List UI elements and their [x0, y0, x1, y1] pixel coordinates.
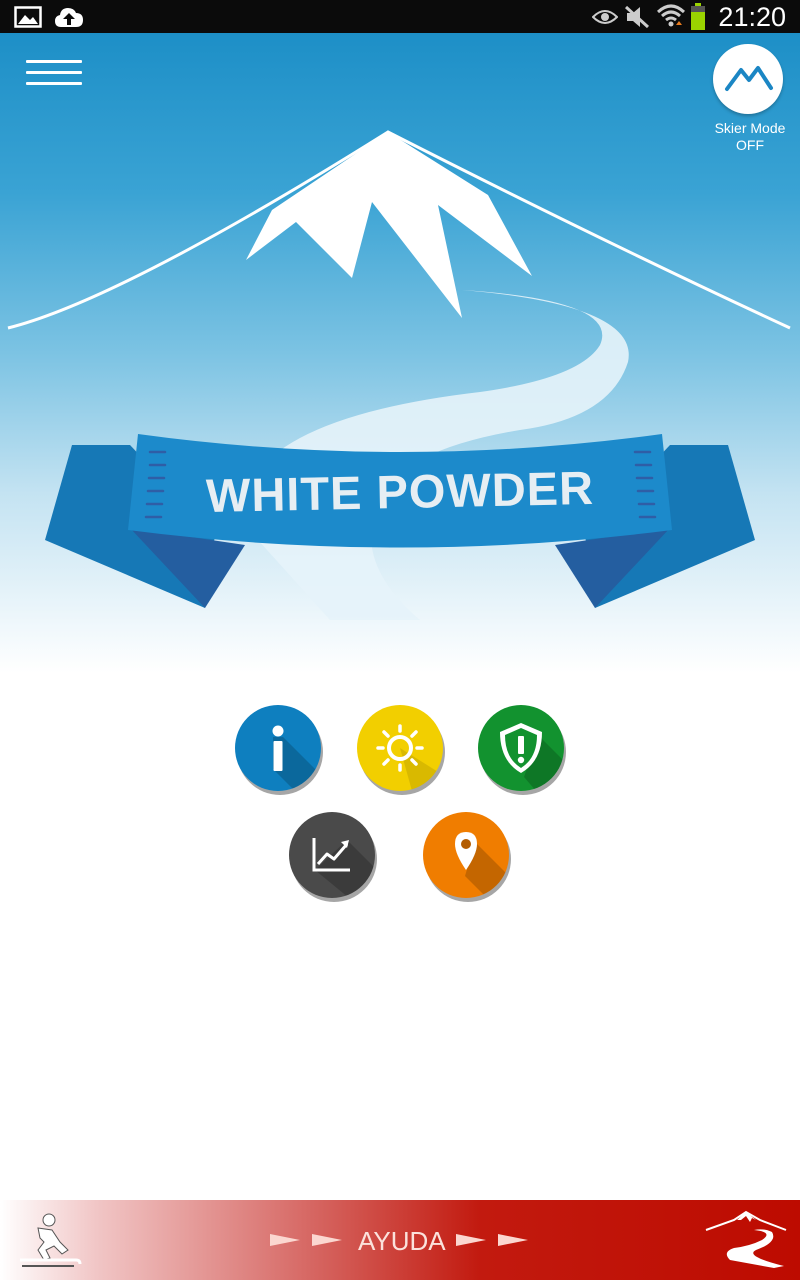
location-pin-icon — [455, 832, 509, 898]
status-bar: 21:20 — [0, 0, 800, 33]
eye-icon — [592, 10, 618, 24]
mute-icon — [624, 5, 650, 29]
shield-alert-icon — [500, 723, 564, 791]
weather-button[interactable] — [357, 705, 443, 791]
skier-mode-toggle[interactable]: Skier Mode OFF — [704, 42, 796, 157]
help-button[interactable]: AYUDA — [266, 1220, 536, 1260]
skier-icon[interactable] — [16, 1212, 84, 1270]
location-button[interactable] — [423, 812, 509, 898]
app-title: WHITE POWDER — [205, 460, 595, 523]
safety-button[interactable] — [478, 705, 564, 791]
mountain-logo-icon[interactable] — [704, 1208, 788, 1274]
mountain-icon — [725, 66, 773, 91]
battery-icon — [691, 3, 705, 30]
wifi-icon — [656, 4, 686, 27]
arrow-right-icon — [270, 1234, 342, 1246]
mountain-illustration — [7, 130, 791, 620]
info-button[interactable] — [235, 705, 321, 791]
cloud-upload-icon — [55, 8, 83, 27]
sun-icon — [376, 724, 443, 791]
statistics-button[interactable] — [289, 812, 375, 898]
skier-mode-label: Skier Mode — [714, 120, 786, 136]
arrow-right-icon — [456, 1234, 528, 1246]
hamburger-menu-icon[interactable] — [26, 58, 84, 88]
skier-mode-badge — [713, 44, 783, 114]
skier-mode-status: OFF — [736, 137, 764, 153]
chart-icon — [312, 838, 375, 898]
info-icon — [272, 725, 321, 791]
help-label: AYUDA — [358, 1226, 446, 1256]
hero-banner: WHITE POWDER — [0, 33, 800, 673]
image-icon — [14, 6, 42, 28]
clock: 21:20 — [718, 2, 786, 32]
